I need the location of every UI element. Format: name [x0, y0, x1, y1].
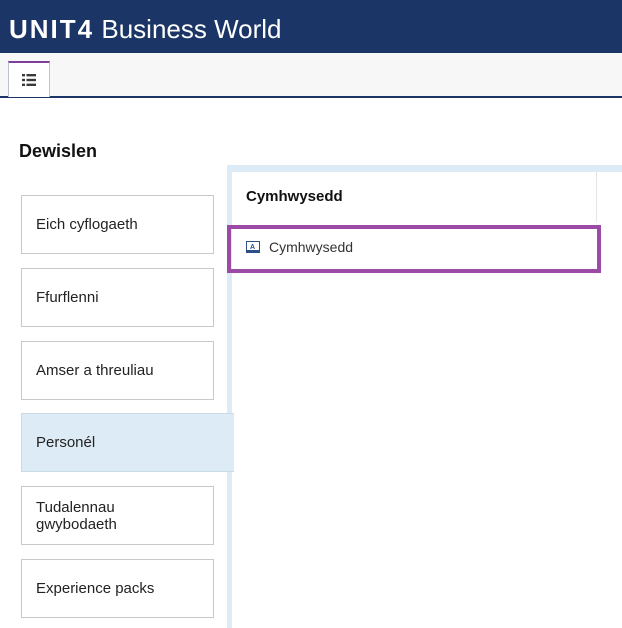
menu-item-tudalennau-gwybodaeth[interactable]: Tudalennau gwybodaeth	[21, 486, 214, 545]
menu-item-label: Ffurflenni	[36, 289, 99, 306]
menu-item-label: Amser a threuliau	[36, 362, 154, 379]
unit4-logo: UNIT4	[9, 14, 95, 44]
menu-item-eich-cyflogaeth[interactable]: Eich cyflogaeth	[21, 195, 214, 254]
tab-bar	[0, 53, 622, 98]
highlight-box	[227, 225, 601, 273]
menu-item-label: Personél	[36, 434, 96, 451]
product-name: Business World	[101, 14, 282, 44]
menu-item-experience-packs[interactable]: Experience packs	[21, 559, 214, 618]
list-icon	[22, 74, 36, 86]
menu-tab[interactable]	[8, 61, 50, 97]
menu-item-amser-a-threuliau[interactable]: Amser a threuliau	[21, 341, 214, 400]
menu-item-label: Eich cyflogaeth	[36, 216, 138, 233]
menu-item-label: Tudalennau gwybodaeth	[36, 498, 117, 533]
top-bar: UNIT4 Business World	[0, 0, 622, 53]
section-title: Cymhwysedd	[246, 188, 343, 205]
menu-item-label: Experience packs	[36, 580, 155, 597]
column-divider	[596, 172, 597, 222]
menu-item-ffurflenni[interactable]: Ffurflenni	[21, 268, 214, 327]
menu-title: Dewislen	[19, 141, 98, 161]
brand-logo: UNIT4 Business World	[9, 14, 282, 44]
menu-item-personel[interactable]: Personél	[21, 413, 234, 472]
